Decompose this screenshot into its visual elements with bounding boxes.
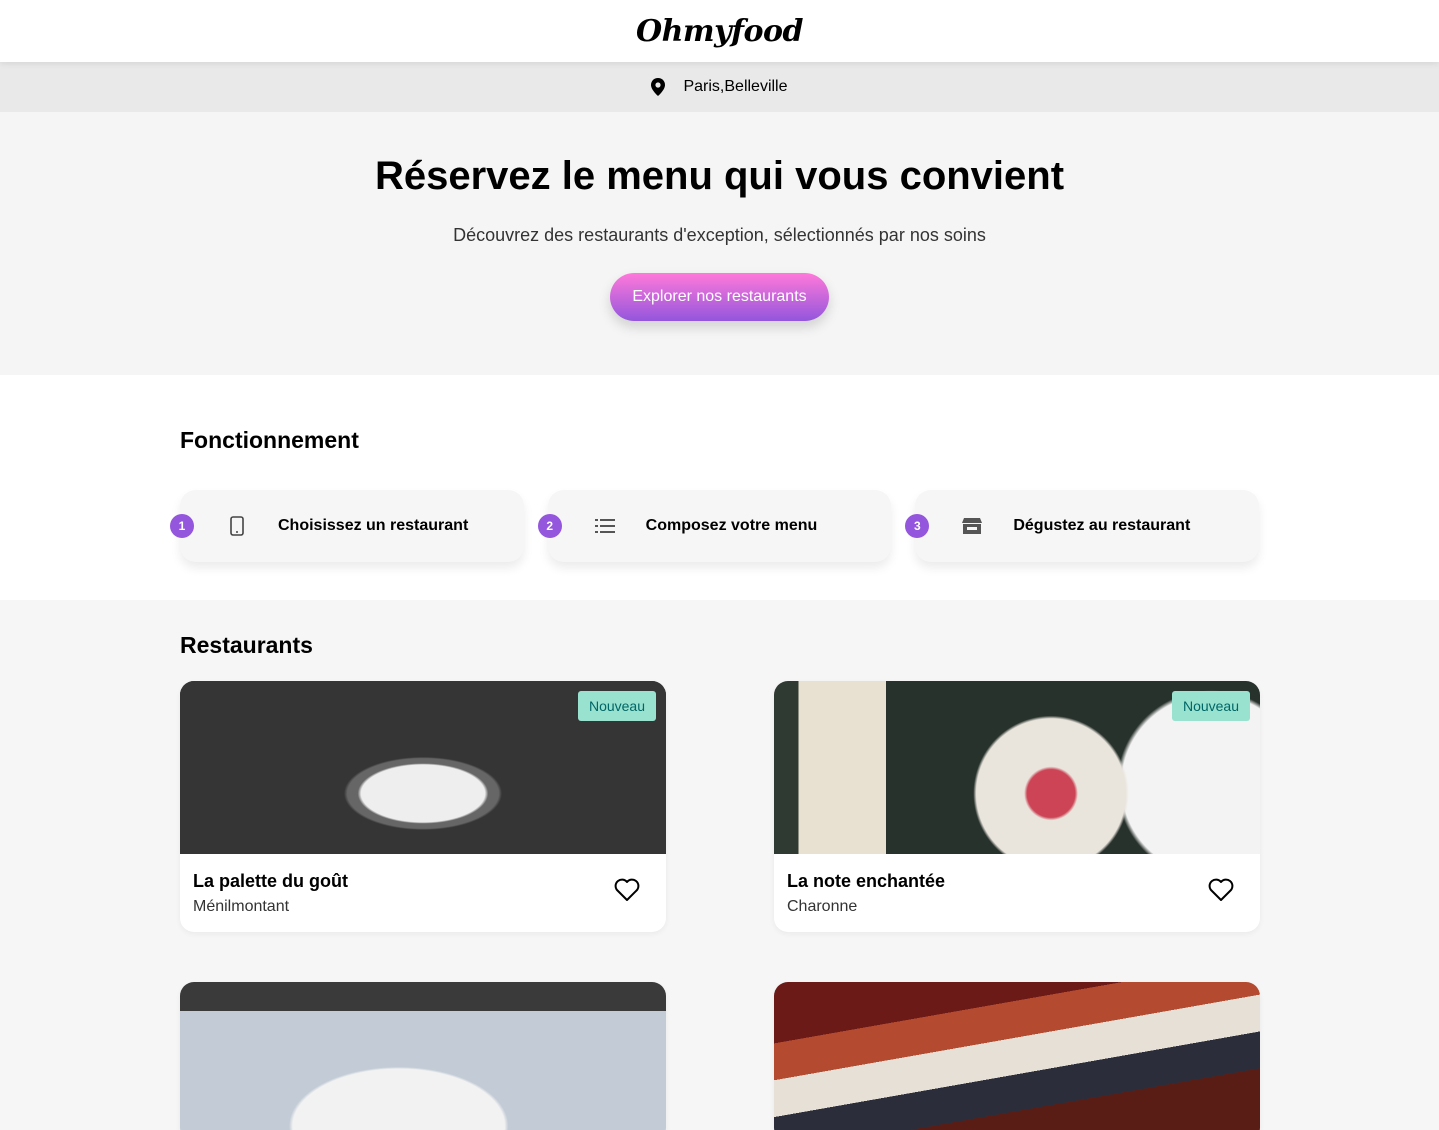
top-header: Ohmyfood bbox=[0, 0, 1439, 62]
step-label: Composez votre menu bbox=[645, 517, 818, 534]
restaurant-image[interactable] bbox=[180, 982, 666, 1130]
restaurant-card[interactable] bbox=[774, 982, 1260, 1130]
how-it-works-section: Fonctionnement 1 Choisissez un restauran… bbox=[0, 375, 1439, 600]
restaurants-section: Restaurants Nouveau La palette du goût M… bbox=[0, 600, 1439, 1130]
restaurant-area: Charonne bbox=[787, 898, 858, 915]
step-label: Dégustez au restaurant bbox=[1013, 517, 1191, 534]
location-text: Paris,Belleville bbox=[683, 78, 788, 95]
heart-icon[interactable] bbox=[1208, 878, 1234, 902]
step-number: 1 bbox=[170, 514, 194, 538]
location-bar[interactable]: Paris,Belleville bbox=[0, 62, 1439, 112]
restaurant-card[interactable] bbox=[180, 982, 666, 1130]
how-title: Fonctionnement bbox=[180, 427, 359, 453]
location-pin-icon bbox=[651, 78, 666, 96]
restaurant-name[interactable]: La note enchantée bbox=[787, 871, 1247, 892]
steps-list: 1 Choisissez un restaurant 2 Composez vo… bbox=[170, 490, 1260, 562]
list-icon bbox=[594, 515, 616, 537]
hero-title: Réservez le menu qui vous convient bbox=[374, 154, 1065, 198]
restaurant-card[interactable]: Nouveau La palette du goût Ménilmontant bbox=[180, 681, 666, 932]
restaurant-info: La palette du goût Ménilmontant bbox=[180, 854, 666, 932]
step-2: 2 Composez votre menu bbox=[537, 490, 892, 562]
restaurant-card[interactable]: Nouveau La note enchantée Charonne bbox=[774, 681, 1260, 932]
hero-section: Réservez le menu qui vous convient Décou… bbox=[0, 112, 1439, 375]
brand-logo[interactable]: Ohmyfood bbox=[636, 14, 804, 49]
restaurant-name[interactable]: La palette du goût bbox=[193, 871, 653, 892]
restaurant-area: Ménilmontant bbox=[193, 898, 290, 915]
step-number: 2 bbox=[537, 514, 562, 538]
restaurant-image[interactable]: Nouveau bbox=[180, 681, 666, 854]
restaurants-title: Restaurants bbox=[180, 632, 313, 658]
new-badge: Nouveau bbox=[577, 691, 656, 721]
restaurant-info: La note enchantée Charonne bbox=[774, 854, 1260, 932]
step-label: Choisissez un restaurant bbox=[278, 517, 469, 534]
hero-subtitle: Découvrez des restaurants d'exception, s… bbox=[453, 225, 986, 245]
restaurant-image[interactable]: Nouveau bbox=[774, 681, 1260, 854]
store-icon bbox=[961, 515, 983, 537]
phone-icon bbox=[226, 515, 248, 537]
restaurants-grid: Nouveau La palette du goût Ménilmontant … bbox=[180, 681, 1260, 1130]
restaurant-image[interactable] bbox=[774, 982, 1260, 1130]
explore-restaurants-button[interactable]: Explorer nos restaurants bbox=[610, 273, 829, 321]
step-number: 3 bbox=[905, 514, 930, 538]
new-badge: Nouveau bbox=[1171, 691, 1250, 721]
step-1: 1 Choisissez un restaurant bbox=[170, 490, 524, 562]
heart-icon[interactable] bbox=[614, 878, 640, 902]
step-3: 3 Dégustez au restaurant bbox=[905, 490, 1260, 562]
